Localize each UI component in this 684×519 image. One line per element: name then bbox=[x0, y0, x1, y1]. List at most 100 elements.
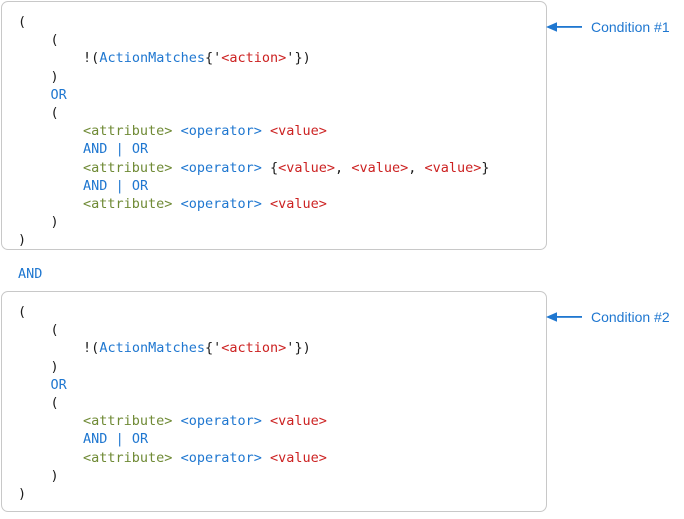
token-val: <value> bbox=[278, 159, 336, 176]
token-attr: <attribute> bbox=[83, 195, 173, 212]
code-line: ) bbox=[18, 68, 490, 86]
token-val: <value> bbox=[270, 195, 327, 212]
code-line: OR bbox=[18, 86, 490, 104]
token-punct bbox=[172, 123, 180, 139]
policy-condition-diagram: ( ( !(ActionMatches{'<action>'}) ) OR ( … bbox=[0, 0, 684, 519]
code-line: !(ActionMatches{'<action>'}) bbox=[18, 49, 490, 67]
token-punct: ) bbox=[302, 50, 311, 67]
token-brace: } bbox=[294, 340, 303, 357]
token-punct bbox=[124, 141, 132, 157]
token-brace: { bbox=[204, 340, 214, 357]
code-line: ) bbox=[18, 213, 490, 231]
token-punct bbox=[107, 178, 115, 194]
token-punct: ( bbox=[50, 104, 59, 121]
code-line: !(ActionMatches{'<action>'}) bbox=[18, 339, 327, 357]
token-punct bbox=[262, 160, 270, 176]
token-kw: AND bbox=[83, 141, 108, 158]
token-kw: OR bbox=[131, 177, 149, 194]
token-punct: ( bbox=[50, 394, 59, 411]
callout-label-2: Condition #2 bbox=[591, 309, 670, 325]
code-line: ( bbox=[18, 31, 490, 49]
code-line: ) bbox=[18, 467, 327, 485]
token-bang: ! bbox=[83, 340, 92, 357]
token-op: <operator> bbox=[180, 449, 262, 466]
token-punct bbox=[262, 196, 270, 212]
condition-expression-1: ( ( !(ActionMatches{'<action>'}) ) OR ( … bbox=[2, 2, 490, 249]
token-punct: ) bbox=[50, 358, 59, 375]
token-kw: | bbox=[115, 431, 124, 448]
code-line: ( bbox=[18, 394, 327, 412]
token-kw: OR bbox=[131, 141, 149, 158]
token-kw: | bbox=[115, 141, 124, 158]
token-punct: ) bbox=[302, 340, 311, 357]
code-line: AND | OR bbox=[18, 430, 327, 448]
left-arrow-icon bbox=[546, 22, 582, 32]
token-val: <value> bbox=[351, 159, 409, 176]
code-line: <attribute> <operator> <value> bbox=[18, 195, 490, 213]
code-line: AND | OR bbox=[18, 140, 490, 158]
token-punct: ) bbox=[50, 68, 59, 85]
condition-box-1: ( ( !(ActionMatches{'<action>'}) ) OR ( … bbox=[1, 1, 547, 250]
token-val: <value> bbox=[424, 159, 482, 176]
code-line: ( bbox=[18, 104, 490, 122]
token-op: <operator> bbox=[180, 159, 262, 176]
token-punct bbox=[172, 450, 180, 466]
token-val: <value> bbox=[270, 449, 327, 466]
code-line: AND | OR bbox=[18, 177, 490, 195]
token-punct: , bbox=[335, 159, 352, 176]
token-punct: ) bbox=[18, 232, 27, 249]
code-line: ) bbox=[18, 231, 490, 249]
token-punct: ( bbox=[18, 304, 27, 320]
token-punct bbox=[172, 196, 180, 212]
code-line: ( bbox=[18, 303, 327, 321]
token-punct bbox=[107, 431, 115, 447]
token-punct: , bbox=[408, 159, 425, 176]
code-line: ( bbox=[18, 13, 490, 31]
code-line: ) bbox=[18, 485, 327, 503]
code-line: <attribute> <operator> <value> bbox=[18, 449, 327, 467]
token-attr: <attribute> bbox=[83, 449, 173, 466]
code-line: <attribute> <operator> {<value>, <value>… bbox=[18, 159, 490, 177]
token-punct: ) bbox=[18, 485, 27, 502]
token-brace: { bbox=[270, 159, 279, 176]
connector-and-label: AND bbox=[18, 266, 43, 282]
token-op: <operator> bbox=[180, 195, 262, 212]
code-line: OR bbox=[18, 376, 327, 394]
token-punct bbox=[107, 141, 115, 157]
callout-label-1: Condition #1 bbox=[591, 19, 670, 35]
token-brace: } bbox=[481, 159, 490, 176]
callout-condition-1: Condition #1 bbox=[546, 17, 670, 37]
token-punct: ( bbox=[50, 322, 59, 339]
token-brace: } bbox=[294, 50, 303, 67]
token-op: <operator> bbox=[180, 413, 262, 430]
token-val: <value> bbox=[270, 413, 327, 430]
token-punct bbox=[124, 178, 132, 194]
condition-expression-2: ( ( !(ActionMatches{'<action>'}) ) OR ( … bbox=[2, 292, 327, 503]
token-punct: ) bbox=[50, 214, 59, 231]
token-punct: ( bbox=[18, 14, 27, 30]
token-brace: { bbox=[204, 50, 214, 67]
token-val: <action> bbox=[221, 340, 287, 357]
token-punct: ) bbox=[50, 467, 59, 484]
token-val: <action> bbox=[221, 50, 287, 67]
code-line: ) bbox=[18, 358, 327, 376]
token-kw: AND bbox=[83, 431, 108, 448]
